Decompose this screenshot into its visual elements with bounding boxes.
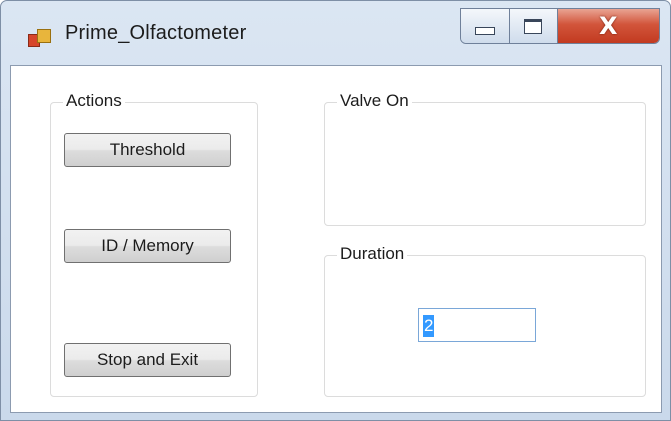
actions-group-label: Actions [63, 91, 125, 111]
duration-groupbox: Duration 2 [324, 244, 646, 397]
window-controls: X [460, 8, 660, 44]
stop-and-exit-button[interactable]: Stop and Exit [64, 343, 231, 377]
title-bar[interactable]: Prime_Olfactometer X [1, 1, 670, 65]
actions-groupbox: Actions Threshold ID / Memory Stop and E… [50, 91, 258, 397]
minimize-button[interactable] [461, 9, 510, 43]
app-window-icon[interactable] [28, 26, 52, 48]
threshold-button[interactable]: Threshold [64, 133, 231, 167]
duration-input[interactable]: 2 [418, 308, 536, 342]
application-window: Prime_Olfactometer X Actions Threshold I… [0, 0, 671, 421]
id-memory-button[interactable]: ID / Memory [64, 229, 231, 263]
form-client-area: Actions Threshold ID / Memory Stop and E… [10, 65, 662, 413]
valve-on-group-label: Valve On [337, 91, 412, 111]
window-title: Prime_Olfactometer [65, 22, 247, 44]
maximize-button[interactable] [509, 9, 558, 43]
minimize-icon [474, 27, 495, 35]
valve-on-groupbox: Valve On [324, 91, 646, 226]
maximize-icon [524, 18, 543, 34]
app-icon-square-yellow [37, 29, 51, 43]
duration-group-label: Duration [337, 244, 408, 264]
duration-value: 2 [423, 315, 435, 337]
close-icon: X [599, 12, 618, 40]
close-button[interactable]: X [557, 9, 659, 43]
